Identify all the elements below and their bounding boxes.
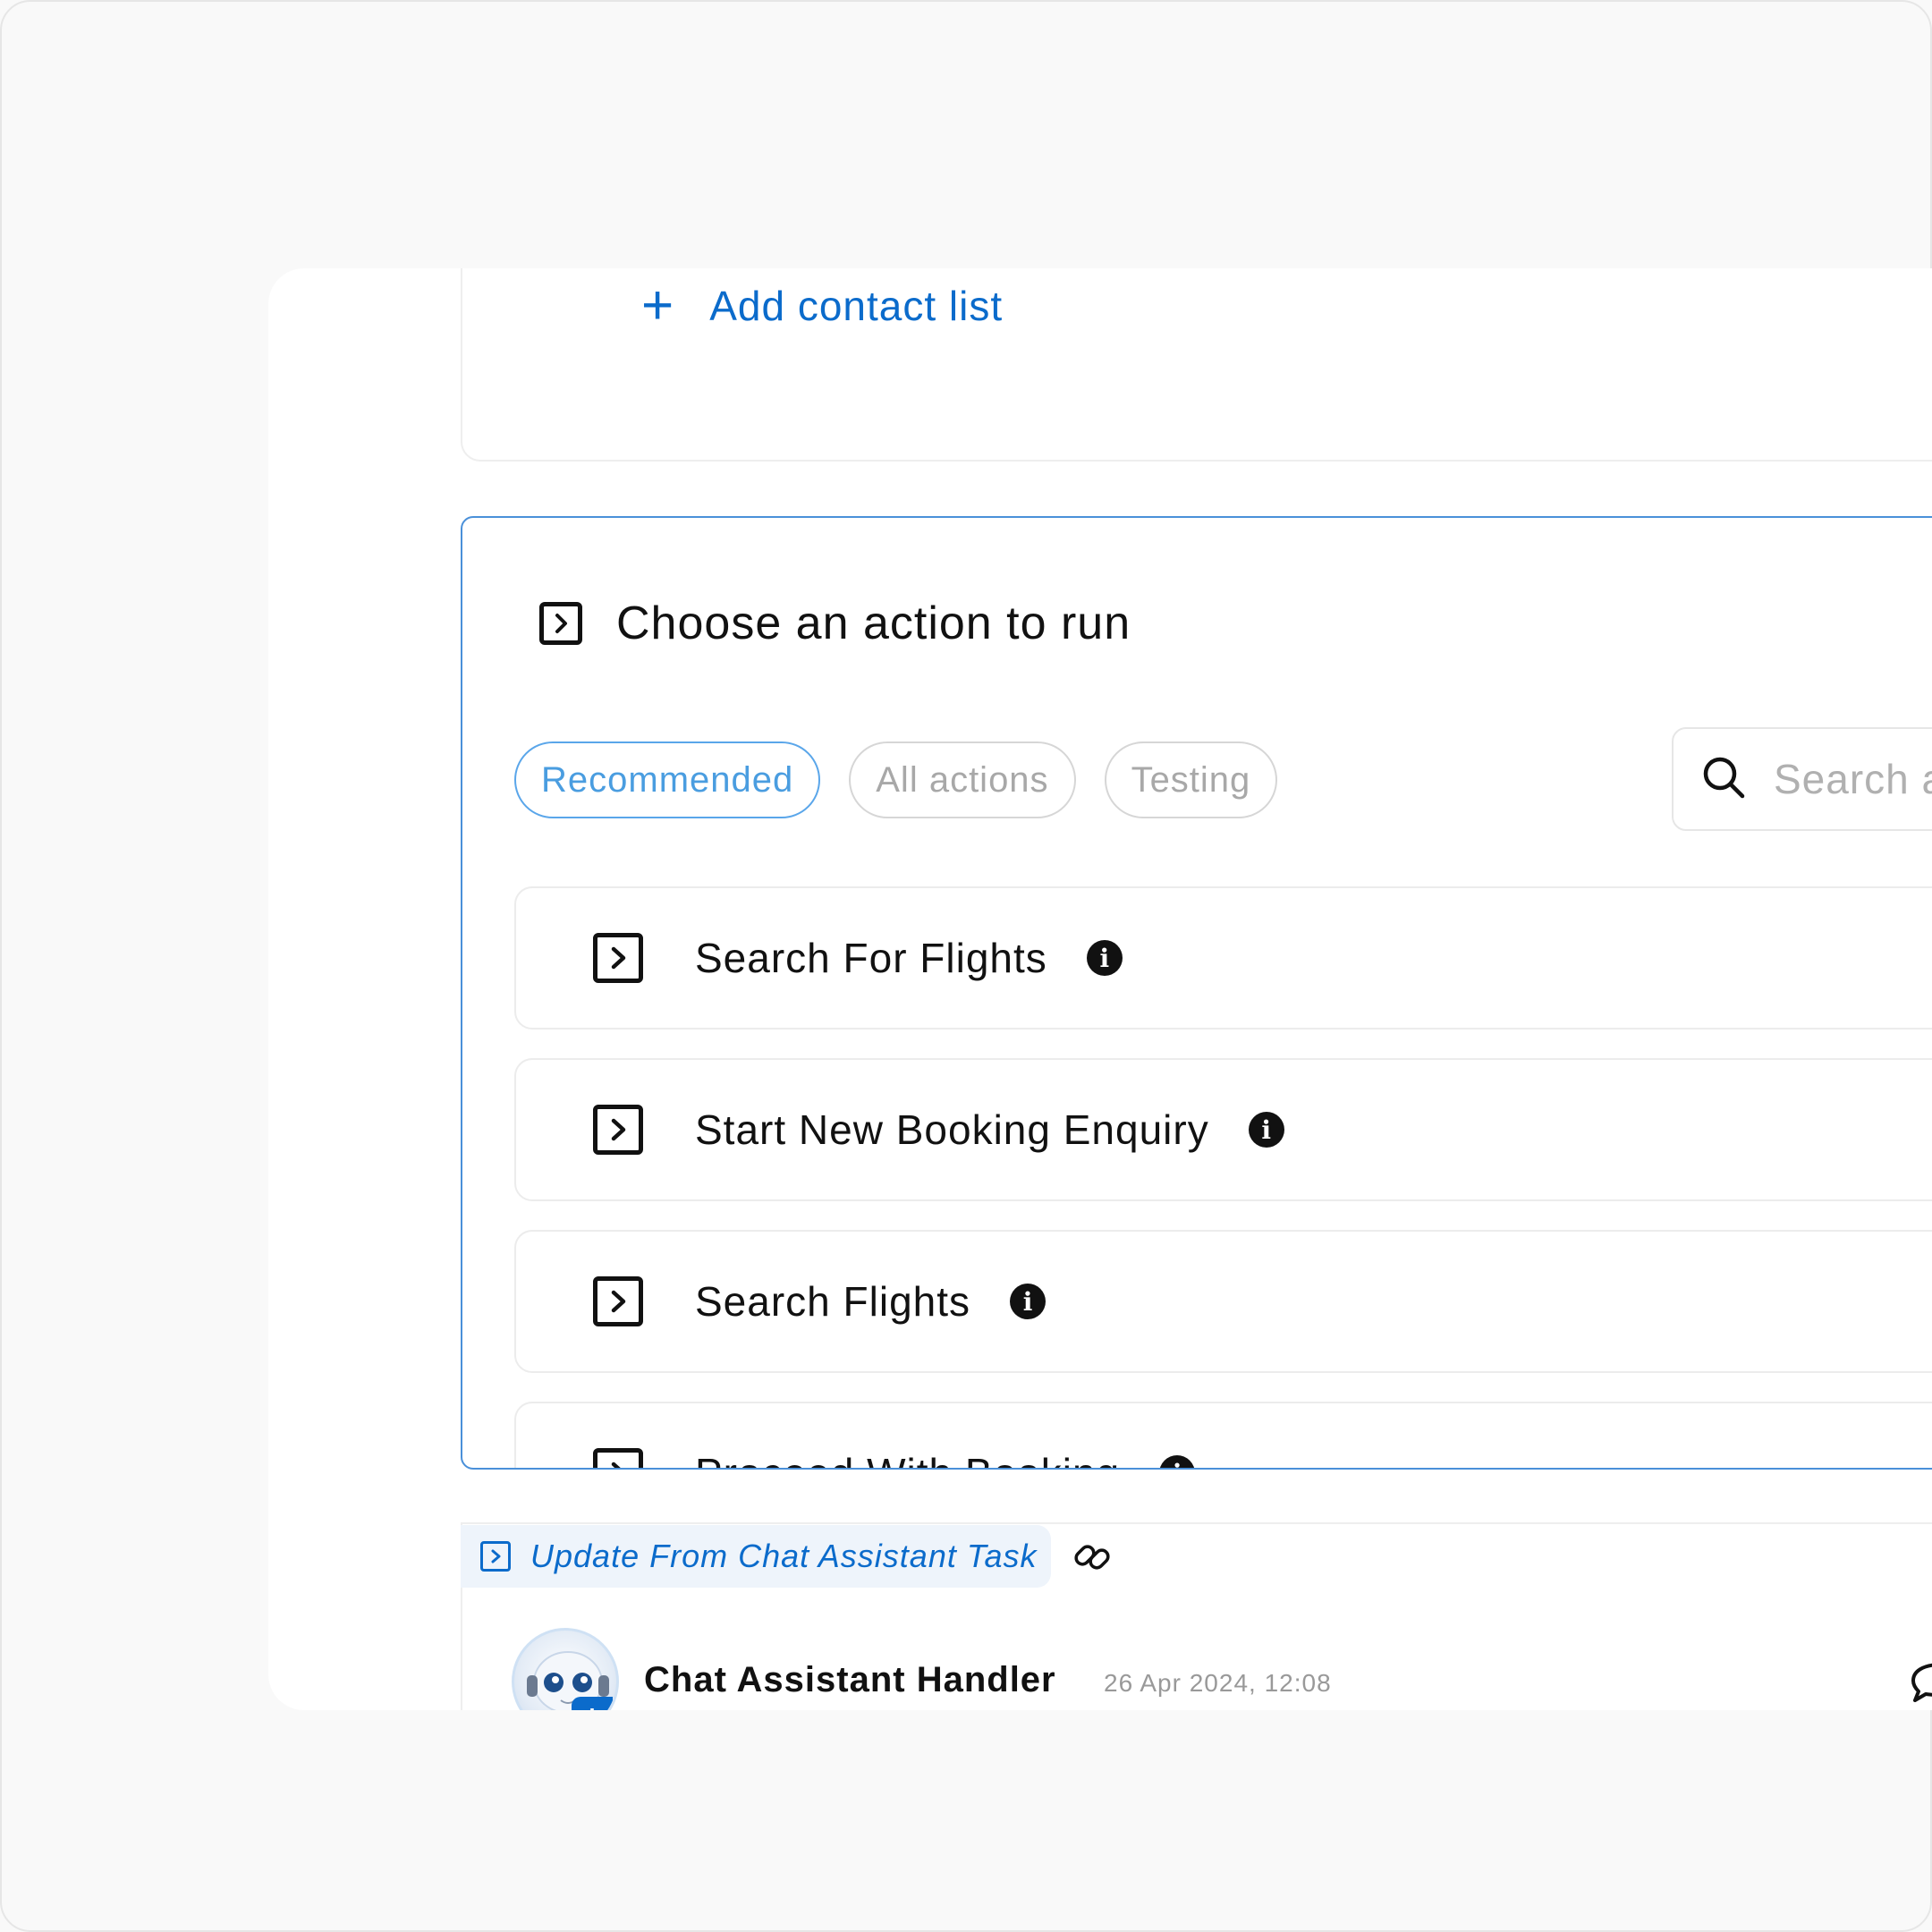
info-icon[interactable]: i [1159,1455,1196,1468]
panel-header: Choose an action to run [539,597,1131,650]
action-square-icon [480,1541,511,1572]
tab-testing[interactable]: Testing [1104,741,1278,818]
divider [461,1522,1932,1524]
panel-title: Choose an action to run [616,597,1131,649]
add-contact-list-button[interactable]: + Add contact list [641,278,1003,334]
action-item-label: Proceed With Booking [695,1449,1120,1468]
action-square-icon [593,1276,643,1326]
task-link-label: Update From Chat Assistant Task [530,1538,1038,1574]
action-item-search-for-flights[interactable]: Search For Flights i [514,886,1932,1030]
avatar: i [512,1628,619,1710]
bot-badge: i [572,1697,613,1710]
search-input[interactable] [1774,755,1932,803]
action-item-proceed-with-booking[interactable]: Proceed With Booking i [514,1402,1932,1468]
action-item-start-new-booking-enquiry[interactable]: Start New Booking Enquiry i [514,1058,1932,1201]
message-sender: Chat Assistant Handler [644,1660,1056,1699]
info-icon[interactable]: i [1248,1112,1284,1148]
comment-icon[interactable] [1910,1659,1932,1708]
action-search [1672,727,1932,831]
action-panel: Choose an action to run Recommended All … [461,516,1932,1470]
action-list: Search For Flights i Start New Booking E… [514,886,1932,1468]
plus-icon: + [641,275,674,336]
main-card: + Add contact list Choose an action to r… [268,268,1932,1710]
message-timestamp: 26 Apr 2024, 12:08 [1104,1669,1332,1697]
action-item-search-flights[interactable]: Search Flights i [514,1230,1932,1373]
link-icon[interactable] [1072,1537,1113,1582]
tab-all-actions[interactable]: All actions [849,741,1076,818]
action-item-label: Start New Booking Enquiry [695,1106,1209,1153]
info-icon[interactable]: i [1086,940,1123,976]
action-item-label: Search Flights [695,1278,971,1325]
action-square-icon [593,1105,643,1155]
info-icon[interactable]: i [1010,1284,1046,1319]
action-tabs: Recommended All actions Testing [514,741,1278,818]
add-contact-list-label: Add contact list [709,283,1004,329]
action-square-icon [593,1448,643,1468]
action-square-icon [593,933,643,983]
task-link[interactable]: Update From Chat Assistant Task [461,1525,1051,1588]
search-icon [1700,754,1747,805]
tab-recommended[interactable]: Recommended [514,741,821,818]
contact-list-section: + Add contact list [461,268,1932,462]
action-square-icon [539,602,582,645]
action-item-label: Search For Flights [695,935,1047,981]
